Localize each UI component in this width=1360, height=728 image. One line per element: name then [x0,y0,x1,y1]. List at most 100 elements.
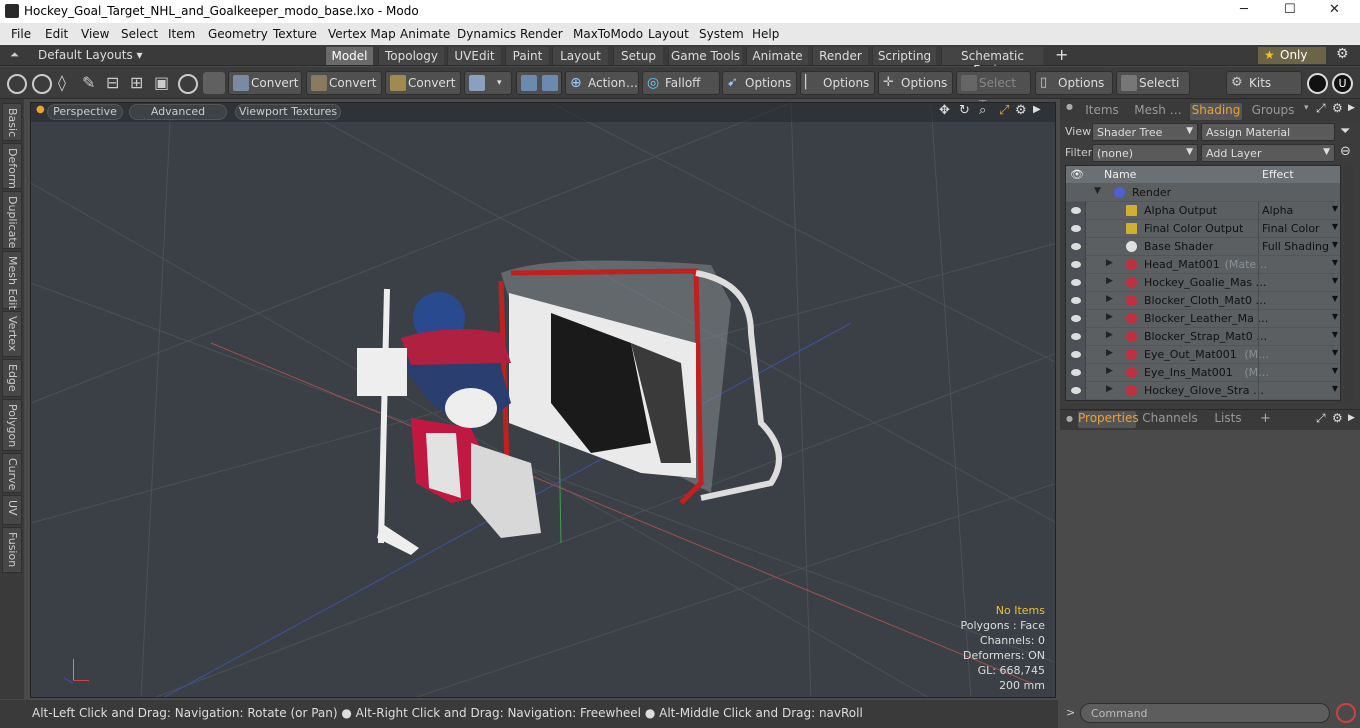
expand-arrow-icon[interactable]: ▶ [1106,294,1113,304]
visibility-eye-icon[interactable] [1066,238,1086,256]
shader-row[interactable]: ▼ Render [1066,184,1340,202]
tab-game-tools[interactable]: Game Tools [668,47,742,65]
tab-channels[interactable]: Channels [1142,411,1198,428]
menu-render[interactable]: Render [520,27,563,41]
options-button-2[interactable]: ▏ Options [800,71,875,95]
shader-row-effect[interactable]: Final Color ▼ [1258,220,1340,238]
tab-scripting[interactable]: Scripting [872,47,936,65]
menu-view[interactable]: View [81,27,109,41]
menu-vertex-map[interactable]: Vertex Map [328,27,396,41]
collapse-arrow-icon[interactable]: ▼ [1094,186,1101,196]
falloff-button[interactable]: ◎ Falloff [642,71,720,95]
tab-model[interactable]: Model [325,47,373,65]
viewport-dot-icon[interactable]: ● [36,104,45,115]
tab-setup[interactable]: Setup [613,47,663,65]
visibility-eye-icon[interactable] [1066,274,1086,292]
menu-texture[interactable]: Texture [273,27,317,41]
shader-row[interactable]: ▶ Head_Mat001 (Mate… ▼ [1066,256,1340,274]
assign-material-button[interactable]: Assign Material [1201,123,1335,141]
tab-mesh[interactable]: Mesh … [1130,103,1186,120]
kits-button[interactable]: ⚙ Kits [1226,71,1302,95]
menu-system[interactable]: System [699,27,744,41]
shader-row[interactable]: Alpha Output Alpha ▼ [1066,202,1340,220]
menu-layout[interactable]: Layout [648,27,689,41]
mesh-cube-icon[interactable] [203,72,225,94]
panel-arrow-icon[interactable]: ▶ [1348,103,1355,113]
panel-arrow-icon[interactable]: ▶ [1348,413,1355,423]
menu-maxtomodo[interactable]: MaxToModo [573,27,643,41]
viewport-textures-button[interactable]: Viewport Textures [235,104,341,120]
add-layer-dropdown[interactable]: Add Layer ▼ [1201,144,1335,162]
tab-lists[interactable]: Lists [1204,411,1252,428]
shader-row-effect[interactable]: Alpha ▼ [1258,202,1340,220]
shader-row[interactable]: ▶ Eye_Out_Mat001 (M… ▼ [1066,346,1340,364]
select-through-button[interactable]: Select T… [956,71,1031,112]
panel-settings-icon[interactable]: ⚙ [1332,411,1343,425]
shader-tree-dropdown[interactable]: Shader Tree ▼ [1092,123,1198,141]
menu-dynamics[interactable]: Dynamics [457,27,516,41]
expand-icon[interactable]: ⏶ [10,48,19,62]
close-button[interactable]: ✕ [1329,2,1340,17]
tab-topology[interactable]: Topology [378,47,444,65]
globe-icon[interactable] [32,74,52,94]
tab-groups[interactable]: Groups [1246,103,1300,120]
visibility-eye-icon[interactable] [1066,202,1086,220]
shader-row-effect[interactable]: ▼ [1258,328,1340,346]
visibility-eye-icon[interactable] [1066,382,1086,400]
shader-row[interactable]: ▶ Blocker_Cloth_Mat0 … ▼ [1066,292,1340,310]
shader-row-effect[interactable]: ▼ [1258,256,1340,274]
shader-row[interactable]: ▶ Hockey_Glove_Stra … ▼ [1066,382,1340,400]
shader-row-effect[interactable]: Full Shading ▼ [1258,238,1340,256]
item-mode-icon[interactable]: ⊞ [130,73,143,92]
tab-items[interactable]: Items [1078,103,1126,120]
shader-row[interactable]: ▶ Eye_Ins_Mat001 (M… ▼ [1066,364,1340,382]
symmetry-button[interactable] [516,71,562,95]
shader-row-effect[interactable]: ▼ [1258,346,1340,364]
shader-row[interactable]: ▶ Hockey_Goalie_Mas … ▼ [1066,274,1340,292]
menu-geometry[interactable]: Geometry [208,27,268,41]
menu-file[interactable]: File [11,27,31,41]
visibility-eye-icon[interactable] [1066,328,1086,346]
tab-render[interactable]: Render [812,47,868,65]
maximize-button[interactable]: ☐ [1284,2,1296,17]
expand-arrow-icon[interactable]: ▶ [1106,276,1113,286]
tab-schematic-fusion[interactable]: Schematic Fusion [941,47,1043,77]
default-layouts-dropdown[interactable]: Default Layouts ▾ [38,48,143,62]
filter-dropdown[interactable]: (none) ▼ [1092,144,1198,162]
vtab-uv[interactable]: UV [2,495,22,525]
options-button-3[interactable]: ✛ Options [878,71,953,95]
expand-arrow-icon[interactable]: ▶ [1106,366,1113,376]
expand-arrow-icon[interactable]: ▶ [1106,384,1113,394]
maximize-viewport-icon[interactable]: ⤢ [999,103,1009,118]
tab-properties[interactable]: Properties [1078,411,1139,428]
unity-icon[interactable] [1307,73,1328,94]
vtab-polygon[interactable]: Polygon [2,399,22,451]
visibility-eye-icon[interactable] [1066,292,1086,310]
shader-row-effect[interactable]: ▼ [1258,274,1340,292]
rotate-icon[interactable]: ↻ [959,103,970,118]
shader-tree-scrollbar[interactable] [1344,165,1354,401]
shader-row[interactable]: Final Color Output Final Color ▼ [1066,220,1340,238]
visibility-eye-icon[interactable] [1066,310,1086,328]
vtab-vertex[interactable]: Vertex [2,311,22,357]
shader-row-effect[interactable]: ▼ [1258,292,1340,310]
tab-shading[interactable]: Shading [1190,103,1242,120]
menu-edit[interactable]: Edit [45,27,68,41]
visibility-eye-icon[interactable] [1066,256,1086,274]
command-input[interactable]: Command [1080,703,1330,723]
menu-animate[interactable]: Animate [400,27,450,41]
shader-row-effect[interactable]: ▼ [1258,364,1340,382]
column-name[interactable]: Name [1104,168,1136,181]
layer-options-icon[interactable]: ⊖ [1340,144,1351,159]
panel-settings-icon[interactable]: ⚙ [1332,101,1343,115]
expand-arrow-icon[interactable]: ▶ [1106,330,1113,340]
action-center-button[interactable]: ⊕ Action… [565,71,639,95]
options-button-1[interactable]: ➹ Options [722,71,797,95]
pan-icon[interactable]: ✥ [939,103,950,118]
shader-row[interactable]: ▶ Blocker_Strap_Mat0 … ▼ [1066,328,1340,346]
only-toggle[interactable]: ★ Only [1258,47,1326,64]
minimize-button[interactable]: ─ [1240,2,1248,17]
panel-maximize-icon[interactable]: ⤢ [1316,411,1326,426]
expand-arrow-icon[interactable]: ▶ [1106,348,1113,358]
perspective-button[interactable]: Perspective [47,104,123,120]
